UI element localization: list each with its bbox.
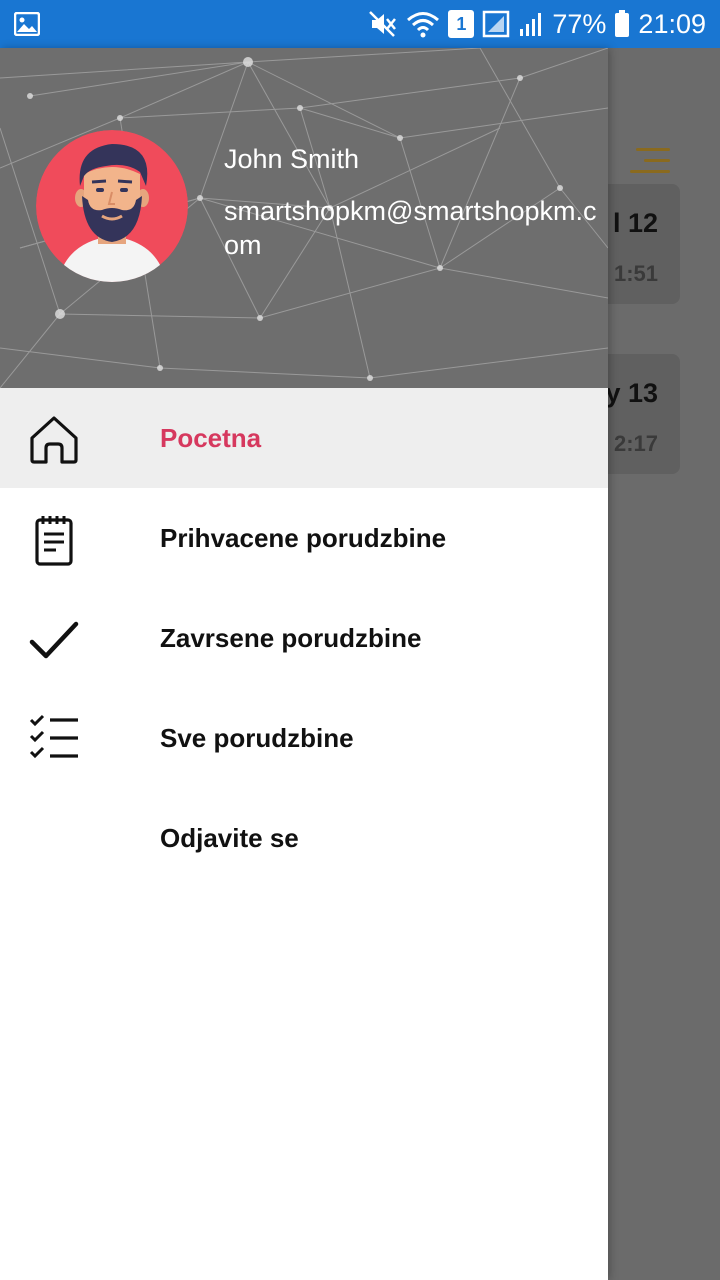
order-card-time: 1:51 (613, 261, 658, 286)
order-card-title: y 13 (605, 378, 658, 408)
order-card[interactable]: l 12 1:51 (600, 184, 680, 304)
mute-icon (369, 11, 397, 37)
home-icon (30, 416, 78, 464)
navigation-drawer: John Smith smartshopkm@smartshopkm.com P… (0, 48, 608, 1280)
user-email: smartshopkm@smartshopkm.com (224, 196, 597, 260)
checklist-icon (29, 714, 78, 759)
menu-item-pocetna[interactable]: Pocetna (0, 388, 608, 488)
order-card-title: l 12 (612, 208, 658, 238)
order-card[interactable]: y 13 2:17 (600, 354, 680, 474)
sim-icon (483, 10, 510, 38)
menu-item-label: Pocetna (160, 422, 262, 453)
status-bar: 1 77% 21:09 (0, 0, 720, 48)
battery-percent: 77% (552, 8, 607, 39)
check-icon (29, 621, 79, 659)
menu-item-sve-porudzbine[interactable]: Sve porudzbine (0, 688, 608, 788)
order-card-time: 2:17 (613, 431, 658, 456)
menu-item-label: Odjavite se (160, 822, 299, 853)
gallery-icon (14, 12, 40, 36)
menu-item-prihvacene-porudzbine[interactable]: Prihvacene porudzbine (0, 488, 608, 588)
drawer-menu: Pocetna Prihvacene porudzbine Zavrsene p… (0, 388, 608, 888)
signal-icon (520, 13, 542, 36)
wifi-icon (407, 12, 440, 38)
clock: 21:09 (638, 8, 706, 39)
menu-item-label: Sve porudzbine (160, 722, 354, 753)
battery-icon (615, 10, 630, 37)
menu-item-zavrsene-porudzbine[interactable]: Zavrsene porudzbine (0, 588, 608, 688)
hamburger-icon[interactable] (630, 144, 670, 178)
sim-slot-badge: 1 (448, 10, 475, 38)
menu-item-label: Prihvacene porudzbine (160, 522, 447, 553)
user-name: John Smith (224, 144, 360, 174)
avatar[interactable] (36, 130, 188, 282)
bearded-man-avatar-icon (36, 130, 188, 282)
notepad-icon (35, 516, 73, 566)
drawer-header: John Smith smartshopkm@smartshopkm.com (0, 48, 608, 388)
menu-item-label: Zavrsene porudzbine (160, 622, 422, 653)
menu-item-odjavite-se[interactable]: Odjavite se (0, 788, 608, 888)
